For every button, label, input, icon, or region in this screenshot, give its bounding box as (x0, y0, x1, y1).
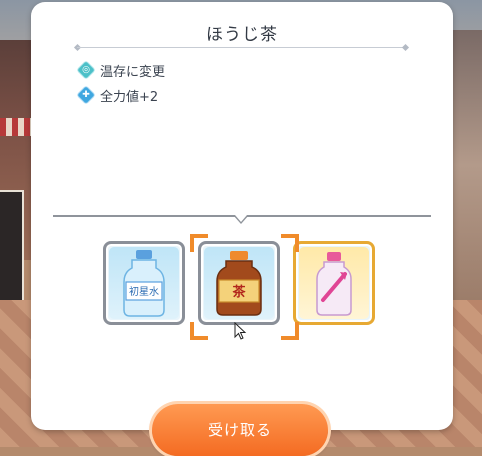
plus-icon: ✚ (78, 87, 94, 103)
title-rule-right-dot (401, 43, 410, 52)
item-select-dialog: ほうじ茶 ◎ 温存に変更 ✚ 全力値+2 (31, 2, 453, 430)
item-pink-drink-bottle[interactable] (293, 241, 375, 325)
houjicha-bottle-icon: 茶 (216, 251, 262, 316)
selection-bracket-top-left (190, 234, 208, 252)
mouse-pointer-icon (234, 322, 247, 340)
effect-text: 全力値+2 (100, 89, 159, 105)
dialog-title: ほうじ茶 (206, 25, 278, 45)
divider-pointer-inner (235, 215, 247, 222)
selection-bracket-bottom-left (190, 322, 208, 340)
background-right-shop (452, 30, 482, 300)
effect-text: 温存に変更 (100, 64, 166, 80)
background-awning (0, 118, 34, 136)
selection-bracket-top-right (281, 234, 299, 252)
item-houjicha-bottle[interactable]: 茶 (198, 241, 280, 325)
effect-row-1: ◎ 温存に変更 (78, 60, 165, 80)
background-menu-board (0, 190, 24, 304)
title-divider (77, 47, 405, 48)
water-bottle-label: 初星水 (129, 285, 159, 298)
selection-bracket-bottom-right (281, 322, 299, 340)
svg-text:茶: 茶 (232, 284, 246, 300)
item-water-bottle[interactable]: 初星水 (103, 241, 185, 325)
water-bottle-icon: 初星水 (123, 250, 165, 317)
effect-row-2: ✚ 全力値+2 (78, 85, 158, 105)
receive-button[interactable]: 受け取る (152, 404, 328, 456)
stamina-icon: ◎ (78, 62, 94, 78)
pink-drink-icon (316, 252, 352, 316)
